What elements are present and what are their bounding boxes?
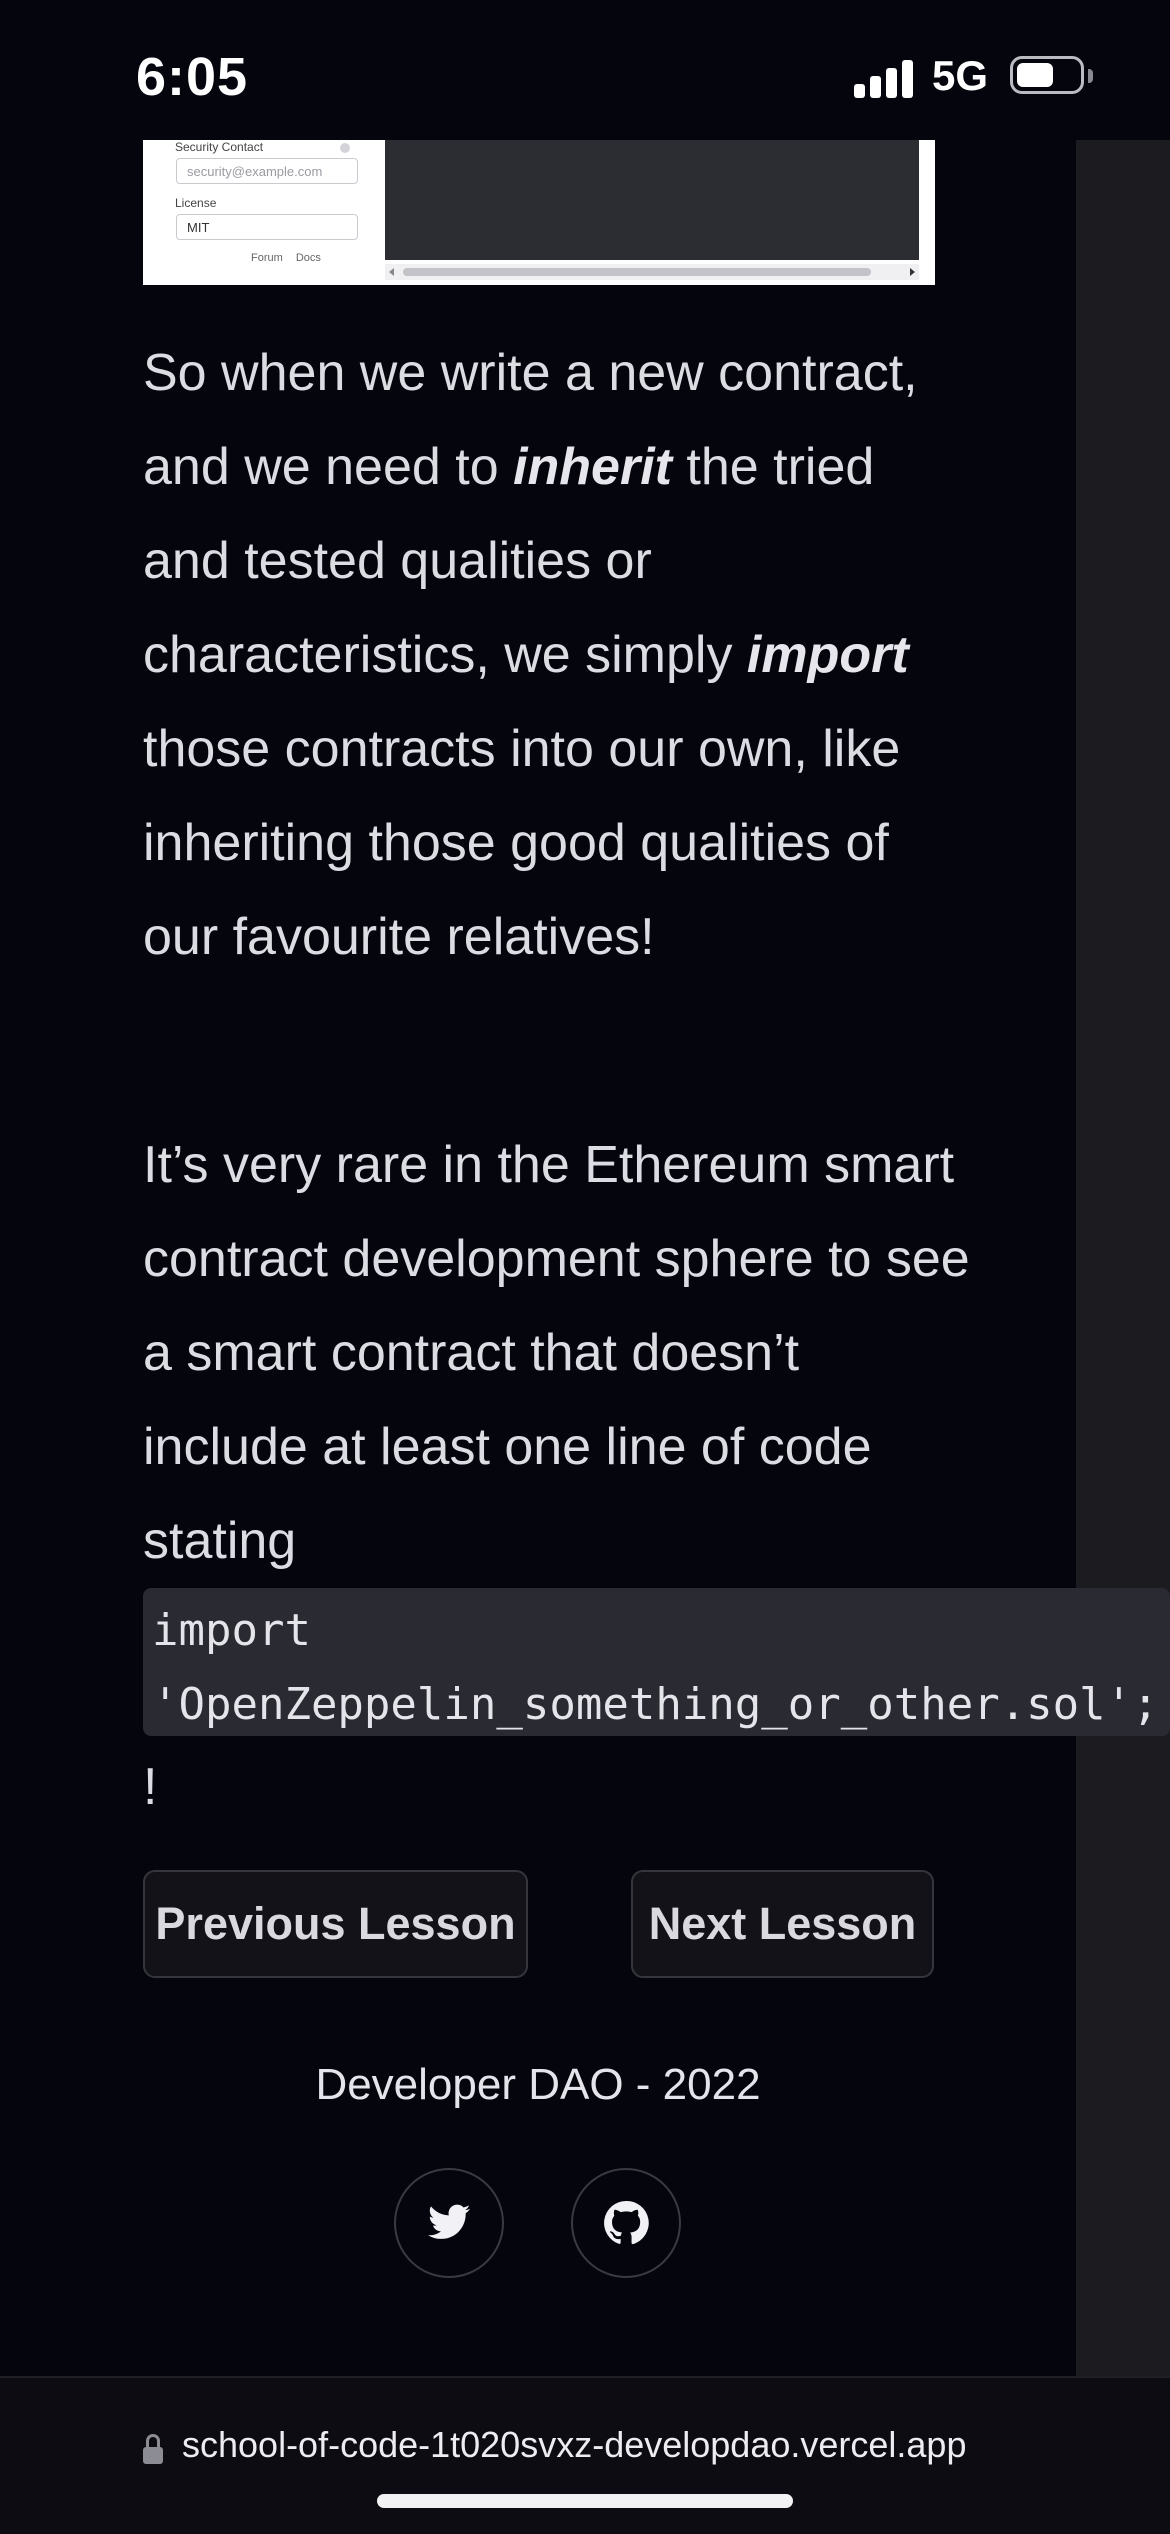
license-label: License [175, 196, 217, 210]
next-lesson-button[interactable]: Next Lesson [631, 1870, 934, 1978]
signal-icon [854, 58, 916, 98]
scroll-thumb [403, 268, 871, 276]
code-preview-panel [385, 140, 919, 260]
emphasis-import: import [746, 626, 909, 684]
lesson-paragraph-2: It’s very rare in the Ethereum smart con… [143, 1136, 970, 1570]
battery-cap [1088, 69, 1093, 83]
url-text[interactable]: school-of-code-1t020svxz-developdao.verc… [182, 2424, 966, 2466]
security-contact-field: security@example.com [176, 158, 358, 184]
scroll-right-icon [910, 268, 915, 276]
license-field: MIT [176, 214, 358, 240]
scroll-left-icon [389, 268, 394, 276]
embed-scrollbar [385, 264, 919, 280]
embed-links: Forum Docs [251, 252, 331, 264]
embedded-wizard-screenshot: Security Contact security@example.com Li… [143, 140, 935, 285]
twitter-button[interactable] [394, 2168, 504, 2278]
footer-copyright: Developer DAO - 2022 [315, 2060, 761, 2109]
docs-link: Docs [295, 252, 321, 264]
lock-icon [143, 2434, 163, 2464]
closing-punctuation: ! [143, 1758, 158, 1816]
forum-link: Forum [251, 252, 283, 264]
emphasis-inherit: inherit [513, 438, 672, 496]
network-type: 5G [932, 52, 989, 99]
inline-code-import: import 'OpenZeppelin_something_or_other.… [143, 1588, 1170, 1736]
browser-url-bar[interactable]: school-of-code-1t020svxz-developdao.verc… [0, 2376, 1170, 2534]
lesson-paragraph-1: So when we write a new contract, and we … [143, 326, 973, 984]
twitter-icon [427, 2204, 471, 2239]
home-indicator[interactable] [377, 2494, 793, 2508]
info-icon [340, 143, 350, 153]
status-time: 6:05 [136, 47, 249, 107]
text-run: those contracts into our own, like inher… [143, 720, 901, 966]
side-strip [1076, 140, 1170, 2376]
github-icon [604, 2200, 649, 2245]
github-button[interactable] [571, 2168, 681, 2278]
status-bar: 6:05 5G [0, 0, 1170, 140]
battery-icon [1010, 56, 1084, 94]
previous-lesson-button[interactable]: Previous Lesson [143, 1870, 528, 1978]
security-contact-label: Security Contact [175, 140, 264, 154]
